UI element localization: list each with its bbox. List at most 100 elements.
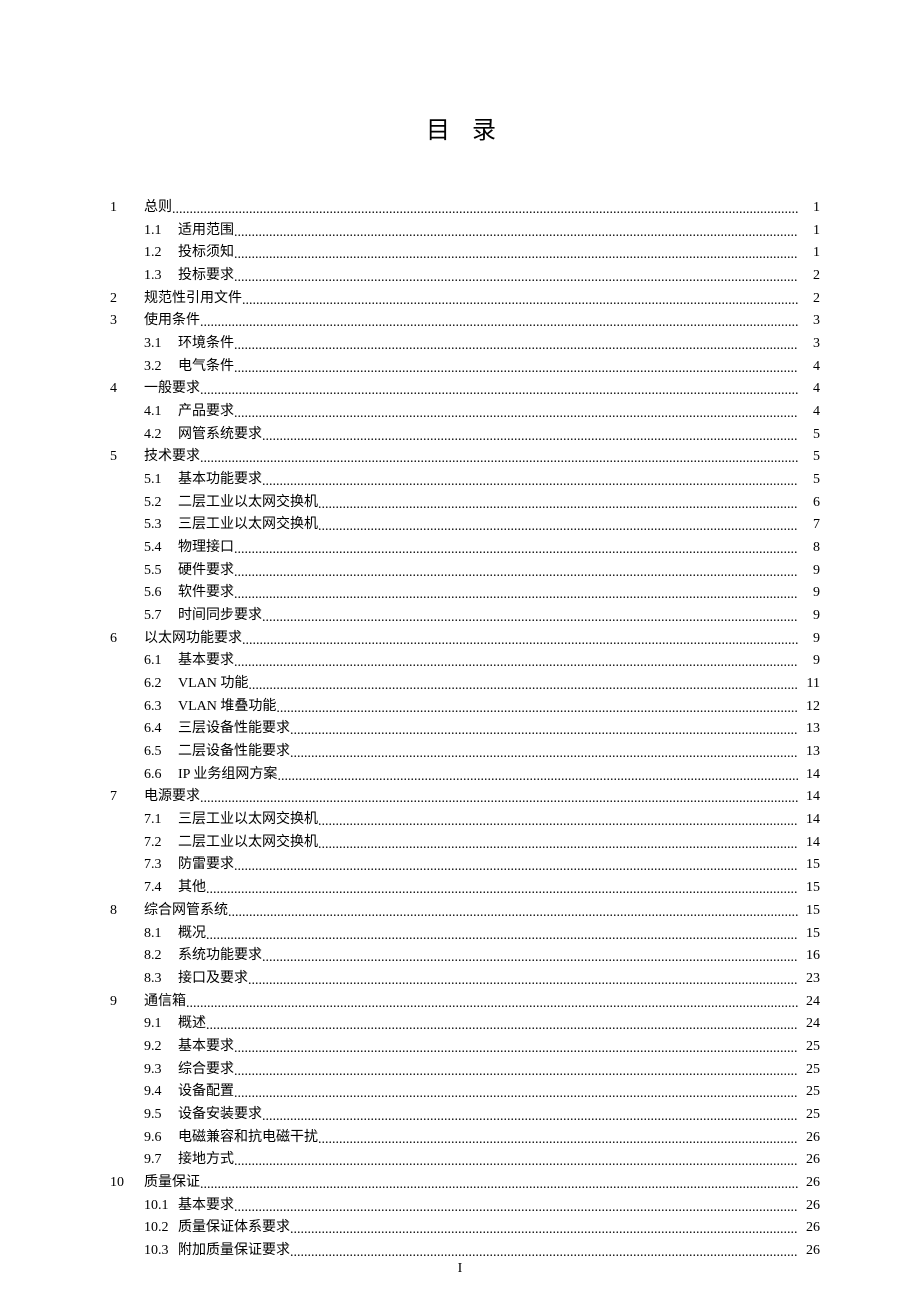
toc-leader-dots: [234, 562, 798, 585]
toc-leader-dots: [234, 1061, 798, 1084]
toc-entry-page: 5: [798, 446, 820, 469]
toc-entry-number: 3.1: [144, 333, 178, 356]
toc-entry-page: 9: [798, 650, 820, 673]
toc-entry-label: 通信箱: [144, 991, 186, 1014]
toc-entry-label: 技术要求: [144, 446, 200, 469]
toc-row: 6.1基本要求9: [144, 650, 820, 673]
toc-entry-label: 防雷要求: [178, 854, 234, 877]
toc-row: 1.1适用范围1: [144, 220, 820, 243]
toc-entry-number: 6.4: [144, 718, 178, 741]
page-title: 目 录: [110, 110, 820, 145]
toc-entry-page: 25: [798, 1104, 820, 1127]
toc-row: 5.5硬件要求9: [144, 560, 820, 583]
toc-entry-label: 接地方式: [178, 1149, 234, 1172]
toc-entry-page: 4: [798, 378, 820, 401]
toc-leader-dots: [234, 244, 798, 267]
toc-leader-dots: [262, 1106, 798, 1129]
toc-entry-label: 二层工业以太网交换机: [178, 832, 318, 855]
toc-entry-number: 5.3: [144, 514, 178, 537]
toc-entry-label: 系统功能要求: [178, 945, 262, 968]
toc-row: 4.2网管系统要求5: [144, 424, 820, 447]
toc-row: 5技术要求5: [110, 446, 820, 469]
toc-row: 9.1概述24: [144, 1013, 820, 1036]
toc-entry-page: 26: [798, 1195, 820, 1218]
toc-leader-dots: [172, 199, 798, 222]
toc-leader-dots: [248, 970, 798, 993]
toc-row: 6.4三层设备性能要求13: [144, 718, 820, 741]
toc-leader-dots: [262, 947, 798, 970]
toc-leader-dots: [234, 267, 798, 290]
toc-entry-label: 概况: [178, 923, 206, 946]
toc-entry-number: 10.3: [144, 1240, 178, 1263]
toc-entry-number: 7: [110, 786, 144, 809]
toc-entry-page: 13: [798, 741, 820, 764]
toc-entry-number: 10: [110, 1172, 144, 1195]
toc-entry-page: 26: [798, 1217, 820, 1240]
toc-entry-number: 5.4: [144, 537, 178, 560]
toc-leader-dots: [200, 788, 798, 811]
toc-row: 10.1基本要求26: [144, 1195, 820, 1218]
toc-entry-number: 6.2: [144, 673, 178, 696]
toc-entry-number: 4: [110, 378, 144, 401]
toc-entry-page: 15: [798, 900, 820, 923]
toc-entry-page: 26: [798, 1149, 820, 1172]
toc-row: 9通信箱24: [110, 991, 820, 1014]
toc-entry-number: 6.5: [144, 741, 178, 764]
toc-entry-number: 7.4: [144, 877, 178, 900]
toc-entry-label: 综合要求: [178, 1059, 234, 1082]
toc-row: 10.2质量保证体系要求 26: [144, 1217, 820, 1240]
toc-entry-number: 5: [110, 446, 144, 469]
toc-row: 5.2二层工业以太网交换机6: [144, 492, 820, 515]
toc-entry-page: 13: [798, 718, 820, 741]
toc-leader-dots: [186, 993, 798, 1016]
toc-entry-label: 电源要求: [144, 786, 200, 809]
toc-entry-number: 9.4: [144, 1081, 178, 1104]
toc-entry-label: 一般要求: [144, 378, 200, 401]
toc-entry-number: 9.1: [144, 1013, 178, 1036]
toc-row: 3.2电气条件4: [144, 356, 820, 379]
toc-entry-label: 产品要求: [178, 401, 234, 424]
toc-entry-label: 电磁兼容和抗电磁干扰: [178, 1127, 318, 1150]
toc-entry-number: 9.6: [144, 1127, 178, 1150]
toc-entry-page: 14: [798, 832, 820, 855]
toc-entry-number: 8: [110, 900, 144, 923]
toc-row: 5.1基本功能要求5: [144, 469, 820, 492]
toc-entry-number: 5.6: [144, 582, 178, 605]
toc-leader-dots: [290, 720, 798, 743]
toc-entry-label: 质量保证体系要求: [178, 1217, 290, 1240]
toc-entry-number: 10.2: [144, 1217, 178, 1240]
toc-leader-dots: [234, 403, 798, 426]
toc-entry-page: 23: [798, 968, 820, 991]
toc-container: 1总则11.1适用范围11.2投标须知11.3投标要求22规范性引用文件23使用…: [110, 197, 820, 1263]
toc-leader-dots: [234, 335, 798, 358]
toc-entry-label: 以太网功能要求: [144, 628, 242, 651]
toc-entry-label: 三层工业以太网交换机: [178, 809, 318, 832]
toc-row: 9.4设备配置 25: [144, 1081, 820, 1104]
toc-entry-label: 软件要求: [178, 582, 234, 605]
toc-entry-page: 1: [798, 220, 820, 243]
page-footer: I: [0, 1261, 920, 1277]
toc-entry-number: 1.1: [144, 220, 178, 243]
toc-row: 1总则1: [110, 197, 820, 220]
toc-leader-dots: [262, 471, 798, 494]
toc-row: 3.1环境条件3: [144, 333, 820, 356]
toc-entry-number: 4.1: [144, 401, 178, 424]
toc-row: 3使用条件3: [110, 310, 820, 333]
toc-row: 7电源要求14: [110, 786, 820, 809]
toc-entry-page: 25: [798, 1081, 820, 1104]
toc-leader-dots: [318, 811, 798, 834]
toc-entry-page: 5: [798, 469, 820, 492]
toc-row: 6.2VLAN 功能11: [144, 673, 820, 696]
toc-entry-label: 使用条件: [144, 310, 200, 333]
toc-row: 9.6电磁兼容和抗电磁干扰26: [144, 1127, 820, 1150]
toc-entry-label: 总则: [144, 197, 172, 220]
toc-entry-label: VLAN 堆叠功能: [178, 696, 276, 719]
toc-row: 8.2系统功能要求16: [144, 945, 820, 968]
toc-entry-page: 24: [798, 991, 820, 1014]
toc-entry-label: IP 业务组网方案: [178, 764, 277, 787]
toc-entry-page: 4: [798, 356, 820, 379]
toc-entry-label: 设备配置: [178, 1081, 234, 1104]
toc-entry-page: 15: [798, 923, 820, 946]
toc-entry-page: 3: [798, 333, 820, 356]
toc-entry-page: 14: [798, 809, 820, 832]
